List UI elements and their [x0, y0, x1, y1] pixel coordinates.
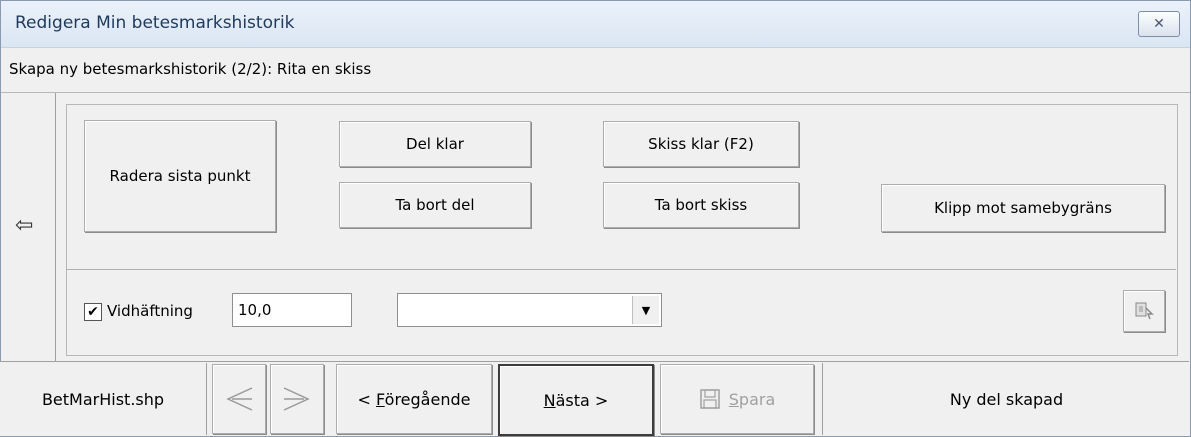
save-button[interactable]: Spara [660, 364, 814, 434]
collapse-strip[interactable]: ⇦ [1, 93, 56, 361]
layer-name-cell: BetMarHist.shp [0, 363, 207, 435]
ta-bort-skiss-label: Ta bort skiss [654, 196, 748, 214]
save-label: Spara [728, 389, 776, 409]
panel-divider [66, 269, 1176, 270]
close-x-icon: ✕ [1153, 16, 1165, 32]
next-feature-button[interactable] [270, 364, 324, 434]
step-header: Skapa ny betesmarkshistorik (2/2): Rita … [1, 48, 1190, 93]
del-klar-button[interactable]: Del klar [339, 121, 531, 167]
vidhaftning-checkbox[interactable]: ✔ [84, 303, 102, 321]
radera-sista-punkt-label: Radera sista punkt [109, 167, 251, 185]
vidhaftning-input[interactable] [232, 293, 352, 327]
status-text: Ny del skapad [949, 389, 1064, 409]
klipp-mot-samebygrans-label: Klipp mot samebygräns [934, 199, 1112, 217]
vidhaftning-label: Vidhäftning [107, 302, 193, 320]
ta-bort-del-label: Ta bort del [395, 196, 475, 214]
close-button[interactable]: ✕ [1138, 11, 1180, 37]
next-label: Nästa > [543, 390, 609, 410]
dropdown-arrow-icon[interactable]: ▼ [632, 296, 659, 324]
layer-combo[interactable]: ▼ [397, 293, 662, 327]
klipp-mot-samebygrans-button[interactable]: Klipp mot samebygräns [881, 184, 1165, 232]
edit-tool-icon [1135, 302, 1154, 320]
arrow-right-outline-icon [283, 387, 310, 411]
del-klar-label: Del klar [406, 135, 464, 153]
step-label: Skapa ny betesmarkshistorik (2/2): Rita … [9, 60, 372, 78]
edit-tool-button[interactable] [1123, 290, 1165, 332]
arrow-left-icon[interactable]: ⇦ [15, 213, 33, 238]
skiss-klar-label: Skiss klar (F2) [648, 135, 754, 153]
ta-bort-del-button[interactable]: Ta bort del [339, 182, 531, 228]
skiss-klar-button[interactable]: Skiss klar (F2) [603, 121, 799, 167]
title-bar[interactable]: Redigera Min betesmarkshistorik ✕ [1, 1, 1190, 48]
prev-feature-button[interactable] [212, 364, 266, 434]
previous-label: < Föregående [357, 389, 471, 409]
ta-bort-skiss-button[interactable]: Ta bort skiss [603, 182, 799, 228]
next-button[interactable]: Nästa > [498, 364, 654, 436]
arrow-left-outline-icon [226, 387, 253, 411]
radera-sista-punkt-button[interactable]: Radera sista punkt [84, 120, 276, 232]
previous-button[interactable]: < Föregående [336, 364, 492, 434]
window-title: Redigera Min betesmarkshistorik [15, 13, 295, 33]
status-cell: Ny del skapad [822, 363, 1190, 435]
layer-name: BetMarHist.shp [41, 389, 165, 409]
floppy-disk-icon [700, 389, 720, 409]
